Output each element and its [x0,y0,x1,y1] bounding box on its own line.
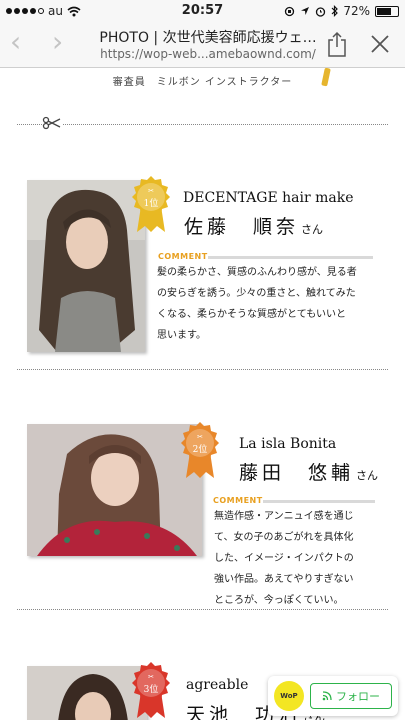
winner-photo-1[interactable] [27,180,145,352]
location-icon [301,7,310,15]
winner-photo-3[interactable] [27,666,147,720]
scissors-icon [42,116,62,130]
browser-toolbar: ‹ › PHOTO | 次世代美容師応援ウェ… https://wop-web.… [0,22,405,68]
close-icon[interactable] [369,33,391,55]
share-icon[interactable] [327,31,347,57]
salon-name-1: DECENTAGE hair make [183,190,354,206]
follow-button[interactable]: フォロー [310,683,392,709]
status-right: 72% [284,4,399,18]
alarm-icon [316,6,326,17]
comment-text-1: 髪の柔らかさ、質感のふんわり感が、見る者 の安らぎを誘う。少々の重さと、触れてみ… [157,267,357,341]
bluetooth-icon [331,5,339,17]
page-title[interactable]: PHOTO | 次世代美容師応援ウェ… [90,27,326,47]
salon-name-2: La isla Bonita [239,436,337,452]
follow-bar: WoP フォロー [268,676,398,716]
page-content: 審査員 ミルボン インストラクター ✂ 1位 DECENTAGE hair ma… [0,68,405,720]
battery-icon [375,5,399,17]
rank-medal-icon: ✂ 3位 [132,662,170,718]
svg-text:✂: ✂ [148,673,154,681]
judge-credit: 審査員 ミルボン インストラクター [112,77,293,88]
back-button[interactable]: ‹ [10,28,21,56]
salon-name-3: agreable [186,677,249,693]
divider [17,124,388,125]
rotation-lock-icon [285,6,295,16]
rank-label-3: 3位 [144,683,159,695]
battery-percent: 72% [343,4,370,18]
comment-text-2: 無造作感・アンニュイ感を通じ て、女の子のあごがれを具体化 した、イメージ・イン… [214,511,354,606]
rank-medal-icon: ✂ 1位 [132,176,170,232]
divider [17,609,388,610]
follow-label: フォロー [336,690,380,703]
svg-text:✂: ✂ [148,187,154,195]
rss-icon [322,691,332,701]
forward-button[interactable]: › [52,28,63,56]
rank-label-1: 1位 [144,197,159,209]
stylist-name-2: 藤田 悠輔 さん [239,462,379,484]
comment-rule [208,256,373,259]
status-bar: au 20:57 72% [0,0,405,22]
comment-label-2: COMMENT [213,496,263,505]
stylist-name-1: 佐藤 順奈 さん [184,216,324,238]
divider [17,369,388,370]
rank-medal-icon: ✂ 2位 [181,422,219,478]
svg-text:✂: ✂ [197,433,203,441]
url-field[interactable]: https://wop-web...amebaownd.com/ [90,47,326,61]
rank-label-2: 2位 [193,443,208,455]
comment-label-1: COMMENT [158,252,208,261]
site-logo[interactable]: WoP [274,681,304,711]
winner-photo-2[interactable] [27,424,202,556]
comment-rule [263,500,375,503]
